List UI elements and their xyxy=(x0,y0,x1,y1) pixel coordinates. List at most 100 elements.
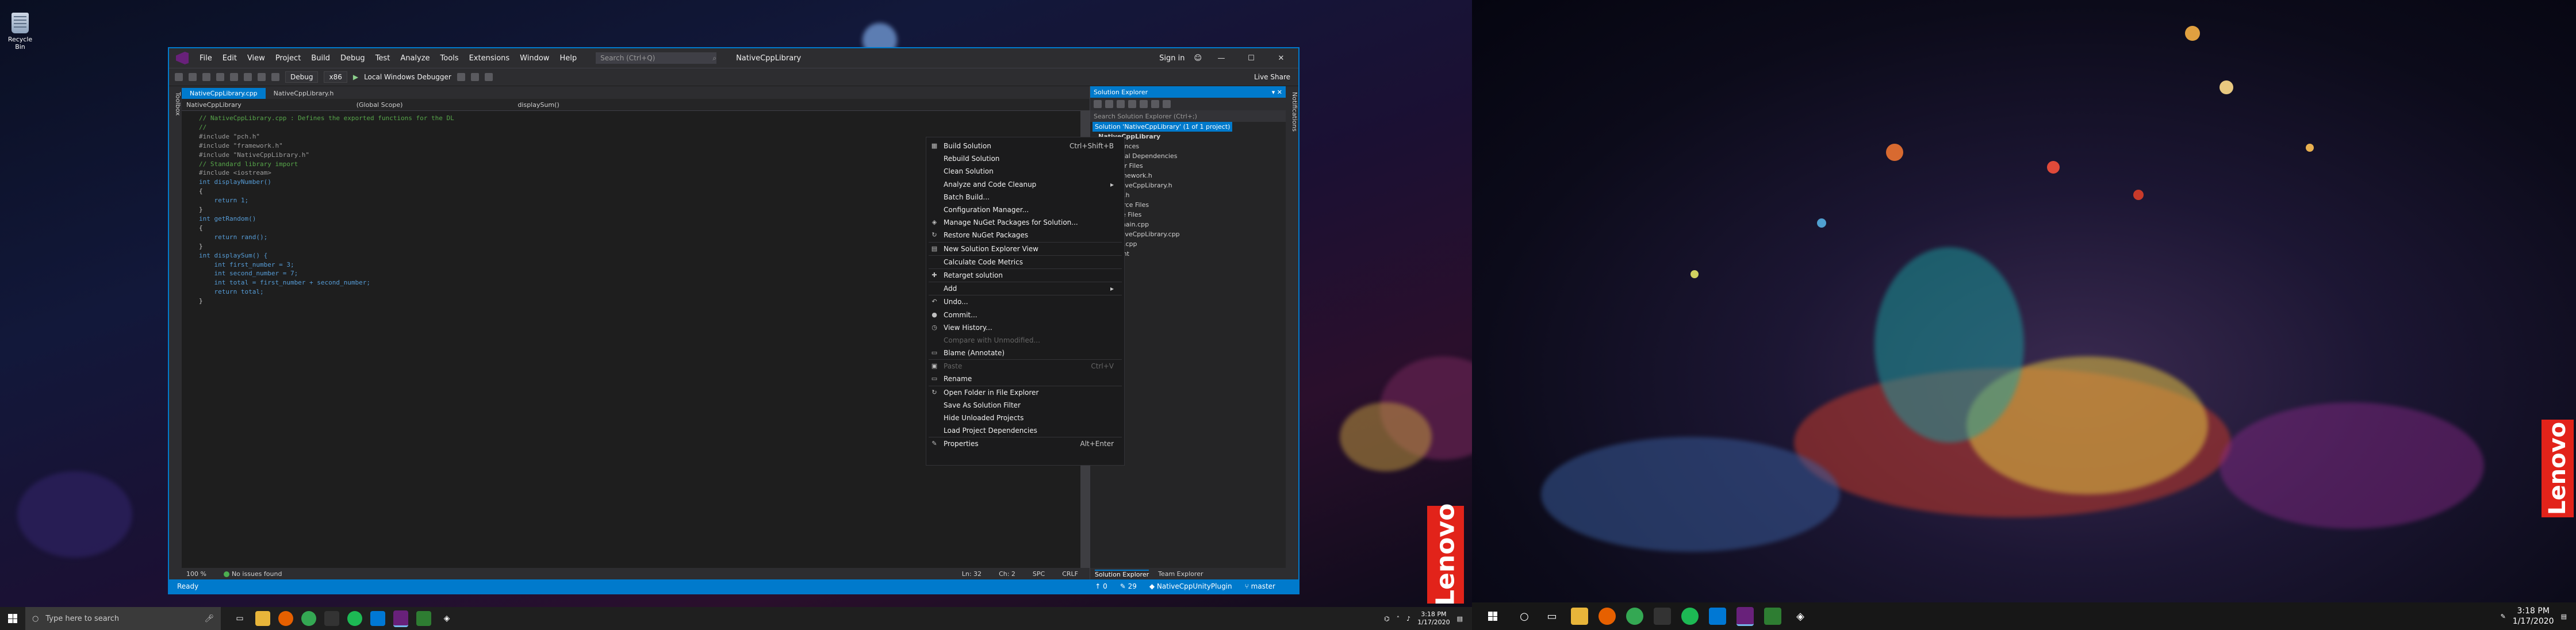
visual-studio-taskbar-icon[interactable] xyxy=(393,610,408,627)
unity-icon[interactable]: ◈ xyxy=(1792,608,1809,625)
indent-mode[interactable]: SPC xyxy=(1033,570,1045,578)
tab-native-cpp-library-h[interactable]: NativeCppLibrary.h xyxy=(266,88,342,99)
menu-extensions[interactable]: Extensions xyxy=(464,54,515,63)
undo-icon[interactable] xyxy=(258,73,266,81)
menu-item-commit[interactable]: ● Commit... xyxy=(926,308,1124,321)
app-icon[interactable] xyxy=(1764,608,1781,625)
recycle-bin-shortcut[interactable]: Recycle Bin xyxy=(6,13,34,51)
project-dropdown[interactable]: NativeCppLibrary xyxy=(186,101,241,109)
menu-item-undo[interactable]: ↶ Undo... xyxy=(926,295,1124,308)
task-view-icon[interactable]: ▭ xyxy=(1543,608,1561,625)
account-icon[interactable]: ☺ xyxy=(1194,54,1202,63)
chrome-icon[interactable] xyxy=(1626,608,1643,625)
vscode-icon[interactable] xyxy=(1709,608,1726,625)
menu-item-rebuild-solution[interactable]: Rebuild Solution xyxy=(926,152,1124,165)
microphone-icon[interactable]: 🎤︎ xyxy=(204,614,221,623)
vscode-icon[interactable] xyxy=(370,611,385,626)
close-panel-icon[interactable]: ▾ ✕ xyxy=(1272,89,1282,96)
save-all-icon[interactable] xyxy=(244,73,252,81)
configuration-dropdown[interactable]: Debug xyxy=(285,71,319,83)
menu-edit[interactable]: Edit xyxy=(217,54,242,63)
menu-item-analyze-and-code-cleanup[interactable]: Analyze and Code Cleanup ▸ xyxy=(926,178,1124,191)
save-icon[interactable] xyxy=(230,73,238,81)
menu-item-restore-nuget-packages[interactable]: ↻ Restore NuGet Packages xyxy=(926,229,1124,241)
pending-changes-indicator[interactable]: ✎ 29 xyxy=(1120,582,1137,590)
back-icon[interactable] xyxy=(175,73,183,81)
spotify-icon[interactable] xyxy=(1681,608,1699,625)
pen-icon[interactable]: ✎ xyxy=(2501,613,2506,620)
bookmark-icon[interactable] xyxy=(470,73,479,81)
menu-item-hide-unloaded-projects[interactable]: Hide Unloaded Projects xyxy=(926,412,1124,424)
new-item-icon[interactable] xyxy=(202,73,210,81)
menu-item-manage-nuget-packages-for-solution[interactable]: ◈ Manage NuGet Packages for Solution... xyxy=(926,216,1124,229)
menu-item-open-folder-in-file-explorer[interactable]: ↻ Open Folder in File Explorer xyxy=(926,386,1124,399)
clock[interactable]: 3:18 PM 1/17/2020 xyxy=(2513,606,2554,627)
visual-studio-taskbar-icon[interactable] xyxy=(1736,606,1754,626)
start-button[interactable] xyxy=(1480,605,1505,628)
redo-icon[interactable] xyxy=(271,73,279,81)
maximize-button[interactable]: ☐ xyxy=(1241,54,1262,63)
issues-indicator[interactable]: No issues found xyxy=(223,570,282,578)
vs-search-input[interactable]: Search (Ctrl+Q) ⌕ xyxy=(596,52,717,64)
file-explorer-icon[interactable] xyxy=(255,611,270,626)
comment-icon[interactable] xyxy=(484,73,493,81)
menu-item-build-solution[interactable]: ▦ Build Solution Ctrl+Shift+B xyxy=(926,140,1124,152)
file-explorer-icon[interactable] xyxy=(1571,608,1588,625)
line-ending[interactable]: CRLF xyxy=(1062,570,1090,578)
menu-item-view-history[interactable]: ◷ View History... xyxy=(926,321,1124,334)
sign-in-link[interactable]: Sign in xyxy=(1159,54,1184,63)
start-debugging-icon[interactable]: ▶ xyxy=(353,73,358,81)
collapse-icon[interactable] xyxy=(1128,100,1136,108)
live-share-button[interactable]: Live Share xyxy=(1254,73,1298,81)
menu-item-calculate-code-metrics[interactable]: Calculate Code Metrics xyxy=(926,256,1124,268)
menu-item-properties[interactable]: ✎ Properties Alt+Enter xyxy=(926,437,1124,450)
menu-item-configuration-manager[interactable]: Configuration Manager... xyxy=(926,203,1124,216)
task-view-icon[interactable]: ▭ xyxy=(232,611,247,626)
refresh-icon[interactable] xyxy=(1117,100,1125,108)
menu-item-rename[interactable]: ▭ Rename xyxy=(926,372,1124,385)
tab-solution-explorer[interactable]: Solution Explorer xyxy=(1095,569,1149,578)
terminal-icon[interactable] xyxy=(1654,608,1671,625)
chevron-up-icon[interactable]: ˄ xyxy=(1397,615,1400,623)
minimize-button[interactable]: — xyxy=(1211,54,1232,63)
start-debugging-button[interactable]: Local Windows Debugger xyxy=(364,73,451,81)
menu-build[interactable]: Build xyxy=(306,54,335,63)
menu-project[interactable]: Project xyxy=(270,54,306,63)
code-text[interactable]: // NativeCppLibrary.cpp : Defines the ex… xyxy=(199,114,454,306)
menu-item-batch-build[interactable]: Batch Build... xyxy=(926,191,1124,203)
menu-analyze[interactable]: Analyze xyxy=(395,54,435,63)
open-icon[interactable] xyxy=(216,73,224,81)
menu-item-add[interactable]: Add ▸ xyxy=(926,282,1124,295)
notifications-icon[interactable]: ▤ xyxy=(2561,613,2567,620)
menu-file[interactable]: File xyxy=(194,54,217,63)
sync-icon[interactable] xyxy=(1105,100,1113,108)
branch-name[interactable]: ⑂ master xyxy=(1245,582,1275,590)
solution-explorer-search[interactable]: Search Solution Explorer (Ctrl+;) xyxy=(1090,110,1286,122)
menu-item-new-solution-explorer-view[interactable]: ▤ New Solution Explorer View xyxy=(926,243,1124,255)
commits-up-indicator[interactable]: ↑ 0 xyxy=(1095,582,1107,590)
menu-item-clean-solution[interactable]: Clean Solution xyxy=(926,165,1124,178)
menu-item-save-as-solution-filter[interactable]: Save As Solution Filter xyxy=(926,399,1124,412)
clock[interactable]: 3:18 PM 1/17/2020 xyxy=(1417,610,1450,627)
menu-item-blame-annotate[interactable]: ▭ Blame (Annotate) xyxy=(926,347,1124,359)
home-icon[interactable] xyxy=(1094,100,1102,108)
spotify-icon[interactable] xyxy=(347,611,362,626)
unity-icon[interactable]: ◈ xyxy=(439,611,454,626)
close-button[interactable]: ✕ xyxy=(1271,54,1291,63)
scope-dropdown[interactable]: (Global Scope) xyxy=(356,101,403,109)
menu-window[interactable]: Window xyxy=(515,54,554,63)
platform-dropdown[interactable]: x86 xyxy=(324,71,347,83)
notifications-tab[interactable]: Notifications xyxy=(1286,86,1298,579)
notifications-icon[interactable]: ▤ xyxy=(1457,615,1463,623)
zoom-level[interactable]: 100 % xyxy=(186,570,206,578)
menu-view[interactable]: View xyxy=(242,54,270,63)
tab-team-explorer[interactable]: Team Explorer xyxy=(1158,570,1203,578)
terminal-icon[interactable] xyxy=(324,611,339,626)
volume-icon[interactable]: ♪ xyxy=(1406,615,1410,623)
member-dropdown[interactable]: displaySum() xyxy=(518,101,559,109)
repository-name[interactable]: ◆ NativeCppUnityPlugin xyxy=(1149,582,1232,590)
menu-debug[interactable]: Debug xyxy=(335,54,370,63)
toolbox-tab[interactable]: Toolbox xyxy=(169,86,182,579)
search-icon[interactable]: ○ xyxy=(1516,608,1533,625)
start-button[interactable] xyxy=(0,607,25,630)
